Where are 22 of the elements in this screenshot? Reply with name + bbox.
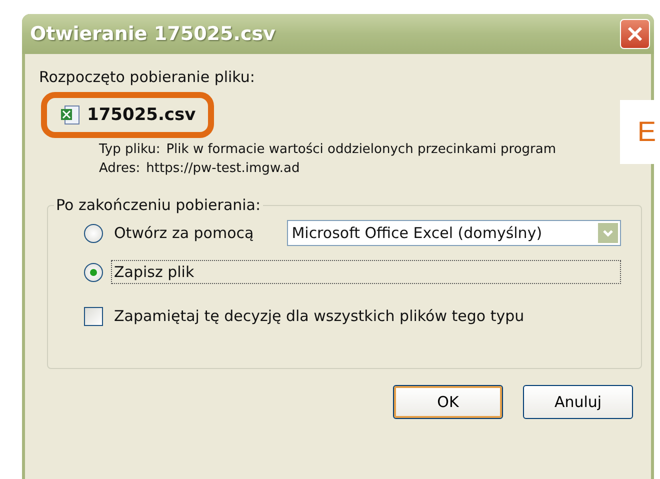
type-value: Plik w formacie wartości oddzielonych przecinkami program (166, 142, 556, 157)
ok-button[interactable]: OK (393, 385, 503, 419)
chevron-down-icon (602, 228, 614, 238)
file-name: 175025.csv (87, 105, 196, 125)
close-icon (626, 25, 644, 43)
spreadsheet-file-icon (59, 104, 81, 126)
radio-button[interactable] (84, 224, 103, 242)
radio-button[interactable] (84, 262, 103, 282)
app-dropdown[interactable]: Microsoft Office Excel (domyślny) (286, 220, 621, 246)
side-letter: E (637, 116, 657, 148)
close-button[interactable] (620, 19, 650, 49)
option-label[interactable]: Zapisz plik (111, 260, 621, 284)
address-value: https://pw-test.imgw.ad (146, 161, 300, 176)
window-title: Otwieranie 175025.csv (30, 23, 276, 45)
intro-text: Rozpoczęto pobieranie pliku: (39, 68, 256, 86)
address-label: Adres: (99, 161, 140, 176)
option-label[interactable]: Otwórz za pomocą (111, 221, 257, 245)
group-title: Po zakończeniu pobierania: (55, 196, 262, 214)
type-label: Typ pliku: (99, 142, 160, 157)
cancel-button[interactable]: Anuluj (523, 385, 633, 419)
checkbox[interactable] (84, 306, 103, 326)
option-label[interactable]: Zapamiętaj tę decyzję dla wszystkich plików tego typu (111, 304, 528, 328)
